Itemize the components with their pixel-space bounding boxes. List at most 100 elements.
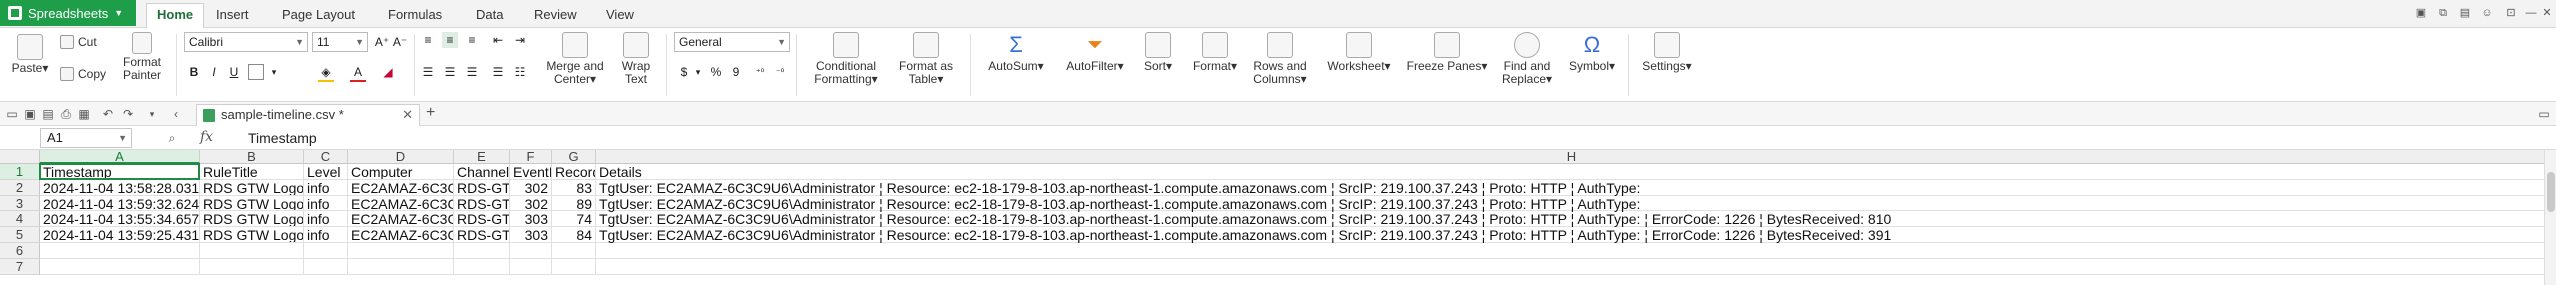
column-header-g[interactable]: G: [552, 150, 596, 164]
format-as-table-button[interactable]: Format as Table▾: [890, 32, 962, 86]
header-cell[interactable]: Level: [304, 164, 348, 180]
table-cell[interactable]: RDS-GTW: [454, 227, 510, 243]
redo-icon[interactable]: ↷: [120, 106, 136, 122]
share-icon[interactable]: ⧉: [2434, 5, 2452, 21]
sort-button[interactable]: Sort▾: [1134, 32, 1182, 73]
header-cell[interactable]: Details: [596, 164, 2548, 180]
table-cell[interactable]: [200, 243, 304, 259]
table-cell[interactable]: 74: [552, 211, 596, 228]
table-cell[interactable]: [510, 258, 552, 275]
tab-page-layout[interactable]: Page Layout: [272, 4, 365, 28]
underline-button[interactable]: U: [226, 64, 242, 80]
restore-layout-icon[interactable]: ⊡: [2502, 5, 2520, 21]
distributed-icon[interactable]: ☷: [512, 64, 528, 80]
table-cell[interactable]: 303: [510, 227, 552, 243]
align-right-icon[interactable]: ☰: [464, 64, 480, 80]
save-icon[interactable]: ▣: [22, 106, 38, 122]
table-cell[interactable]: RDS-GTW: [454, 179, 510, 196]
app-menu-button[interactable]: Spreadsheets ▼: [0, 0, 136, 26]
table-cell[interactable]: [348, 258, 454, 275]
bold-button[interactable]: B: [186, 64, 202, 80]
table-cell[interactable]: [454, 243, 510, 259]
table-cell[interactable]: 302: [510, 195, 552, 212]
new-tab-icon[interactable]: +: [426, 104, 435, 122]
name-box[interactable]: A1 ▼: [40, 128, 132, 148]
table-cell[interactable]: [40, 243, 200, 259]
table-cell[interactable]: 2024-11-04 13:59:25.431 +00:00: [40, 227, 200, 243]
vertical-scrollbar[interactable]: [2544, 150, 2556, 285]
table-cell[interactable]: EC2AMAZ-6C3C9U6: [348, 227, 454, 243]
conditional-formatting-button[interactable]: Conditional Formatting▾: [804, 32, 888, 86]
zoom-formula-icon[interactable]: ⌕: [164, 130, 180, 146]
table-cell[interactable]: RDS GTW Logoff: [200, 227, 304, 243]
chevron-down-icon[interactable]: ▾: [266, 64, 282, 80]
header-cell[interactable]: Channel: [454, 164, 510, 180]
shrink-font-icon[interactable]: A⁻: [392, 34, 408, 50]
table-cell[interactable]: [596, 259, 2548, 275]
row-header[interactable]: 5: [0, 227, 40, 243]
table-cell[interactable]: RDS GTW Logon: [200, 179, 304, 196]
table-cell[interactable]: [200, 258, 304, 275]
row-header[interactable]: 4: [0, 211, 40, 228]
comment-icon[interactable]: ▤: [2456, 5, 2474, 21]
align-left-icon[interactable]: ☰: [420, 64, 436, 80]
table-cell[interactable]: [552, 243, 596, 259]
table-cell[interactable]: 84: [552, 227, 596, 243]
table-cell[interactable]: 303: [510, 211, 552, 228]
column-header-d[interactable]: D: [348, 150, 454, 164]
undo-icon[interactable]: ↶: [100, 106, 116, 122]
table-cell[interactable]: 89: [552, 195, 596, 212]
font-name-select[interactable]: Calibri ▼: [184, 32, 308, 52]
italic-button[interactable]: I: [206, 64, 222, 80]
autofilter-button[interactable]: ⏷ AutoFilter▾: [1056, 32, 1134, 73]
spreadsheet-grid[interactable]: A B C D E F G H 1 Timestamp RuleTitle Level Computer…: [0, 150, 2556, 285]
indent-decrease-icon[interactable]: ⇤: [490, 32, 506, 48]
worksheet-button[interactable]: Worksheet▾: [1322, 32, 1396, 73]
table-cell[interactable]: EC2AMAZ-6C3C9U6: [348, 179, 454, 196]
table-cell[interactable]: [510, 243, 552, 259]
table-cell[interactable]: EC2AMAZ-6C3C9U6: [348, 211, 454, 228]
function-icon[interactable]: fx: [200, 129, 213, 145]
table-cell[interactable]: TgtUser: EC2AMAZ-6C3C9U6\Administrator ¦…: [596, 227, 2548, 243]
table-cell[interactable]: RDS GTW Logon: [200, 195, 304, 212]
font-size-select[interactable]: 11 ▼: [312, 32, 368, 52]
print-icon[interactable]: ⎙: [58, 106, 74, 122]
table-cell[interactable]: RDS GTW Logoff: [200, 211, 304, 228]
table-cell[interactable]: TgtUser: EC2AMAZ-6C3C9U6\Administrator ¦…: [596, 211, 2548, 227]
justify-icon[interactable]: ☰: [490, 64, 506, 80]
percent-button[interactable]: %: [708, 64, 724, 80]
table-cell[interactable]: 302: [510, 179, 552, 196]
tab-view[interactable]: View: [596, 4, 644, 28]
tab-formulas[interactable]: Formulas: [378, 4, 452, 28]
table-cell[interactable]: EC2AMAZ-6C3C9U6: [348, 195, 454, 212]
font-color-icon[interactable]: A: [350, 64, 366, 80]
format-button[interactable]: Format▾: [1186, 32, 1244, 73]
row-header[interactable]: 3: [0, 195, 40, 212]
table-cell[interactable]: 83: [552, 179, 596, 196]
save-as-icon[interactable]: ▤: [40, 106, 56, 122]
align-center-icon[interactable]: ☰: [442, 64, 458, 80]
select-all-corner[interactable]: [0, 150, 40, 164]
column-header-e[interactable]: E: [454, 150, 510, 164]
merge-center-button[interactable]: Merge and Center▾: [540, 32, 610, 86]
close-icon[interactable]: ✕: [2538, 5, 2556, 21]
autosum-button[interactable]: Σ AutoSum▾: [980, 32, 1052, 73]
table-cell[interactable]: [348, 243, 454, 259]
column-header-f[interactable]: F: [510, 150, 552, 164]
table-cell[interactable]: TgtUser: EC2AMAZ-6C3C9U6\Administrator ¦…: [596, 196, 2548, 211]
table-cell[interactable]: 2024-11-04 13:59:32.624 +00:00: [40, 195, 200, 212]
header-cell[interactable]: Computer: [348, 164, 454, 180]
align-bottom-icon[interactable]: ≡: [464, 32, 480, 48]
align-top-icon[interactable]: ≡: [420, 32, 436, 48]
open-folder-icon[interactable]: ▭: [4, 106, 20, 122]
account-icon[interactable]: ☺: [2478, 5, 2496, 21]
header-cell[interactable]: RecordID: [552, 164, 596, 180]
formula-input[interactable]: Timestamp: [242, 128, 2542, 148]
table-cell[interactable]: [304, 258, 348, 275]
row-header[interactable]: 1: [0, 164, 40, 180]
chevron-down-icon[interactable]: ▾: [144, 106, 160, 122]
symbol-button[interactable]: Ω Symbol▾: [1562, 32, 1622, 73]
scroll-left-icon[interactable]: ‹: [168, 106, 184, 122]
table-cell[interactable]: 2024-11-04 13:55:34.657 +00:00: [40, 211, 200, 228]
settings-button[interactable]: Settings▾: [1636, 32, 1698, 73]
